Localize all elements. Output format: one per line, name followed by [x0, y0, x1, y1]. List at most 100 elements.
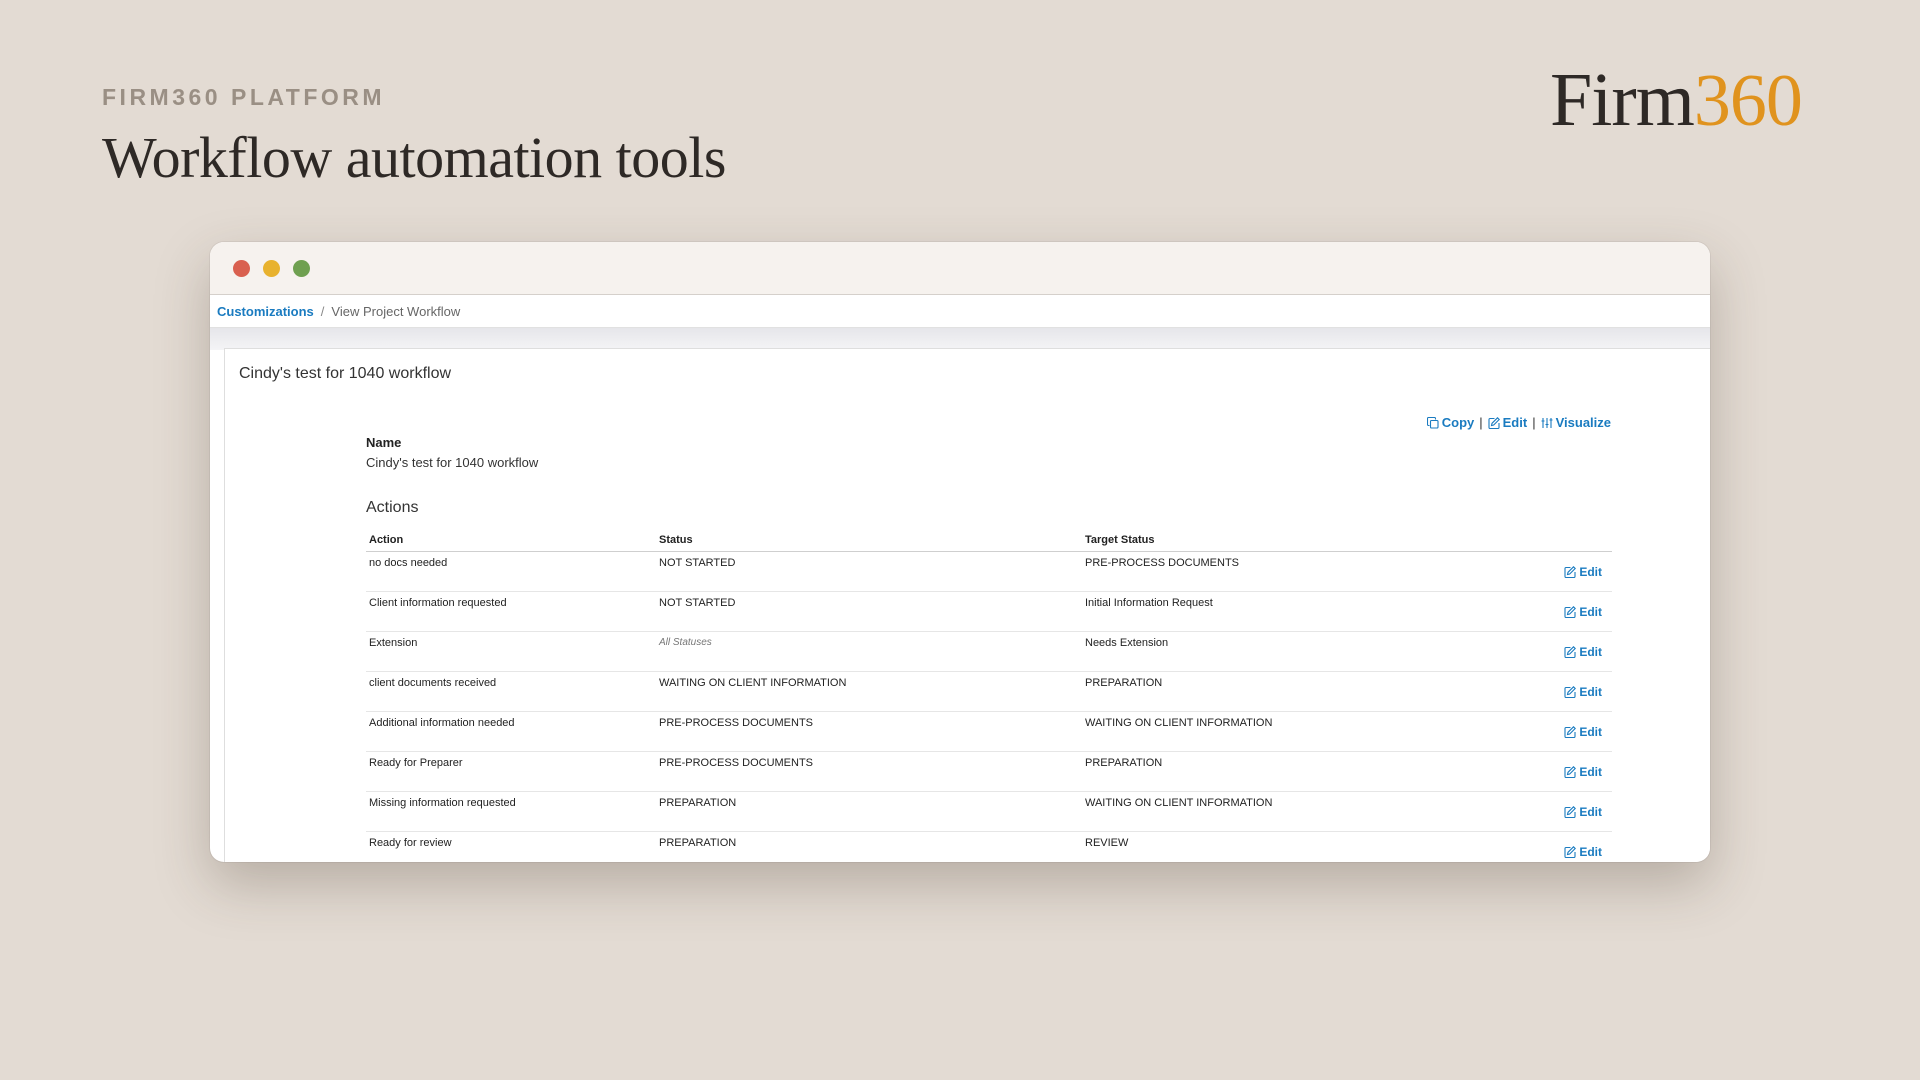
- table-row: no docs needed NOT STARTED PRE-PROCESS DOC…: [366, 551, 1612, 592]
- window-titlebar: [210, 242, 1710, 295]
- target-status-cell: Needs Extension: [1082, 631, 1508, 672]
- edit-cell: Edit: [1508, 551, 1612, 592]
- actions-heading: Actions: [366, 499, 419, 516]
- edit-action-button[interactable]: Edit: [1564, 805, 1602, 819]
- edit-action-button[interactable]: Edit: [1564, 605, 1602, 619]
- app-window: Customizations / View Project Workflow C…: [210, 242, 1710, 862]
- edit-action-button[interactable]: Edit: [1564, 725, 1602, 739]
- header-target-status: Target Status: [1082, 529, 1508, 552]
- edit-workflow-label: Edit: [1502, 415, 1528, 430]
- edit-workflow-button[interactable]: Edit: [1488, 415, 1528, 430]
- edit-action-label: Edit: [1579, 845, 1602, 859]
- action-cell: Ready for Preparer: [366, 751, 656, 792]
- edit-cell: Edit: [1508, 591, 1612, 632]
- table-row: Extension All Statuses Needs Extension Edit: [366, 631, 1612, 672]
- status-cell: NOT STARTED: [656, 591, 1082, 632]
- action-cell: no docs needed: [366, 551, 656, 592]
- workflow-toolbar: Copy | Edit | Visualize: [1426, 415, 1611, 430]
- copy-icon: [1426, 416, 1439, 429]
- edit-cell: Edit: [1508, 751, 1612, 792]
- sliders-icon: [1541, 417, 1553, 429]
- minimize-window-button[interactable]: [263, 259, 280, 277]
- maximize-window-button[interactable]: [293, 259, 310, 277]
- target-status-cell: WAITING ON CLIENT INFORMATION: [1082, 791, 1508, 832]
- edit-icon: [1564, 846, 1577, 858]
- table-row: Missing information requested PREPARATION…: [366, 791, 1612, 832]
- edit-action-button[interactable]: Edit: [1564, 765, 1602, 779]
- target-status-cell: PREPARATION: [1082, 751, 1508, 792]
- action-cell: Extension: [366, 631, 656, 672]
- edit-icon: [1564, 566, 1577, 578]
- table-row: Client information requested NOT STARTED I…: [366, 591, 1612, 632]
- status-cell: All Statuses: [656, 631, 1082, 672]
- content-divider-band: [210, 328, 1710, 350]
- target-status-cell: REVIEW: [1082, 831, 1508, 862]
- action-cell: Missing information requested: [366, 791, 656, 832]
- header-status: Status: [656, 529, 1082, 552]
- action-cell: client documents received: [366, 671, 656, 712]
- target-status-cell: Initial Information Request: [1082, 591, 1508, 632]
- edit-cell: Edit: [1508, 671, 1612, 712]
- table-row: Ready for review PREPARATION REVIEW Edit: [366, 831, 1612, 862]
- edit-action-label: Edit: [1579, 645, 1602, 659]
- action-cell: Ready for review: [366, 831, 656, 862]
- copy-label: Copy: [1441, 415, 1475, 430]
- actions-table-header: Action Status Target Status: [366, 529, 1612, 552]
- edit-action-label: Edit: [1579, 805, 1602, 819]
- edit-action-label: Edit: [1579, 565, 1602, 579]
- name-label: Name: [366, 435, 402, 450]
- edit-cell: Edit: [1508, 831, 1612, 862]
- edit-icon: [1564, 726, 1577, 738]
- edit-icon: [1564, 646, 1577, 658]
- action-cell: Client information requested: [366, 591, 656, 632]
- breadcrumb: Customizations / View Project Workflow: [210, 295, 1710, 328]
- status-cell: PRE-PROCESS DOCUMENTS: [656, 711, 1082, 752]
- visualize-button[interactable]: Visualize: [1541, 415, 1611, 430]
- close-window-button[interactable]: [233, 259, 250, 277]
- edit-action-button[interactable]: Edit: [1564, 565, 1602, 579]
- platform-eyebrow: FIRM360 PLATFORM: [102, 84, 386, 110]
- status-cell: NOT STARTED: [656, 551, 1082, 592]
- edit-action-button[interactable]: Edit: [1564, 645, 1602, 659]
- target-status-cell: PREPARATION: [1082, 671, 1508, 712]
- edit-action-label: Edit: [1579, 725, 1602, 739]
- workflow-name-block: Name Cindy's test for 1040 workflow: [366, 435, 538, 470]
- edit-cell: Edit: [1508, 631, 1612, 672]
- breadcrumb-customizations-link[interactable]: Customizations: [217, 304, 314, 319]
- logo-text-firm: Firm: [1550, 58, 1695, 142]
- header-action: Action: [366, 529, 656, 552]
- edit-action-button[interactable]: Edit: [1564, 685, 1602, 699]
- target-status-cell: PRE-PROCESS DOCUMENTS: [1082, 551, 1508, 592]
- name-value: Cindy's test for 1040 workflow: [366, 455, 539, 470]
- copy-button[interactable]: Copy: [1426, 415, 1475, 430]
- breadcrumb-separator: /: [320, 303, 325, 319]
- status-cell: PREPARATION: [656, 791, 1082, 832]
- action-cell: Additional information needed: [366, 711, 656, 752]
- table-row: Additional information needed PRE-PROCESS…: [366, 711, 1612, 752]
- workflow-title: Cindy's test for 1040 workflow: [239, 365, 452, 382]
- edit-action-label: Edit: [1579, 685, 1602, 699]
- header-edit: [1508, 529, 1612, 552]
- firm360-logo: Firm 360: [1550, 58, 1803, 142]
- page-headline: Workflow automation tools: [102, 125, 726, 190]
- edit-action-label: Edit: [1579, 605, 1602, 619]
- edit-icon: [1564, 766, 1577, 778]
- table-row: client documents received WAITING ON CLIE…: [366, 671, 1612, 712]
- workflow-panel: Cindy's test for 1040 workflow Copy | Ed…: [224, 348, 1710, 862]
- status-cell: PRE-PROCESS DOCUMENTS: [656, 751, 1082, 792]
- edit-icon: [1564, 806, 1577, 818]
- table-row: Ready for Preparer PRE-PROCESS DOCUMENTS P…: [366, 751, 1612, 792]
- toolbar-separator: |: [1479, 415, 1483, 430]
- toolbar-separator: |: [1532, 415, 1536, 430]
- edit-icon: [1488, 416, 1500, 429]
- edit-action-button[interactable]: Edit: [1564, 845, 1602, 859]
- actions-table: Action Status Target Status no docs need…: [366, 529, 1612, 862]
- breadcrumb-current: View Project Workflow: [331, 303, 461, 319]
- status-cell: PREPARATION: [656, 831, 1082, 862]
- edit-icon: [1564, 606, 1577, 618]
- visualize-label: Visualize: [1555, 415, 1611, 430]
- edit-cell: Edit: [1508, 711, 1612, 752]
- edit-cell: Edit: [1508, 791, 1612, 832]
- edit-icon: [1564, 686, 1577, 698]
- edit-action-label: Edit: [1579, 765, 1602, 779]
